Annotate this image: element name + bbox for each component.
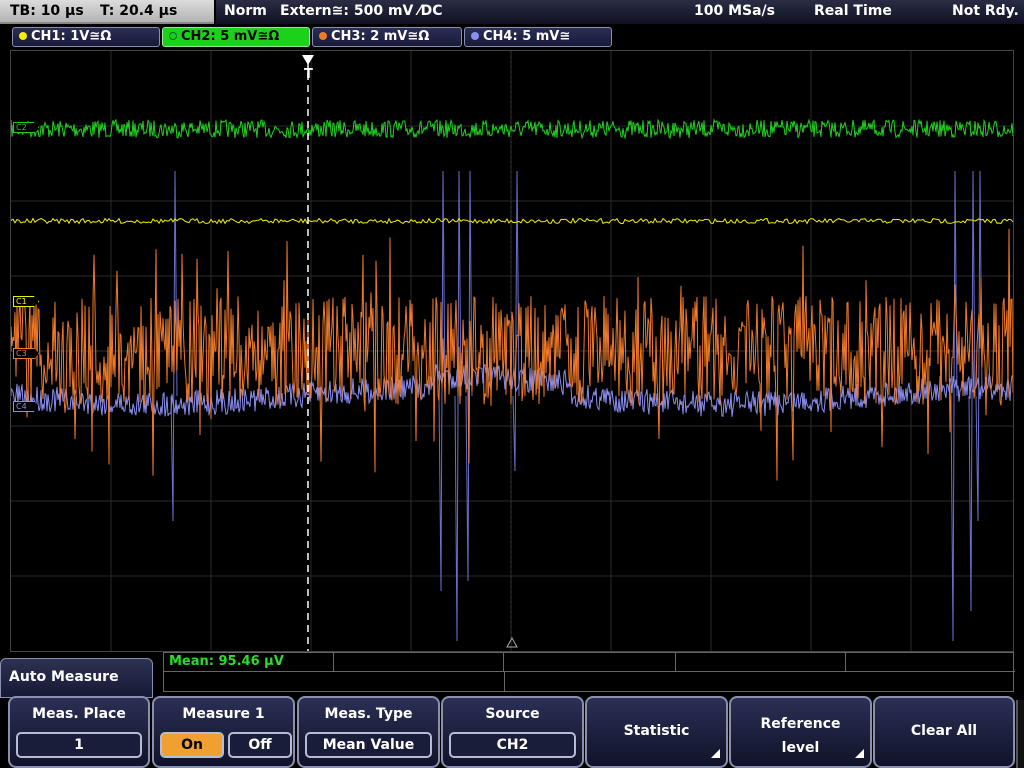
measurement-results: Mean: 95.46 µV xyxy=(163,652,1015,692)
ch4-trace xyxy=(11,363,1013,418)
timebase-box[interactable]: TB: 10 µs T: 20.4 µs xyxy=(0,0,214,24)
ch1-level-marker[interactable]: C1 xyxy=(13,296,39,307)
measurement-divider xyxy=(504,672,505,692)
ch3-color-dot-icon xyxy=(319,32,327,40)
ch4-color-dot-icon xyxy=(471,32,479,40)
tab-ch1-label: CH1: 1V≅Ω xyxy=(31,29,112,44)
reference-level-softkey[interactable]: Reference level xyxy=(729,696,872,768)
acquisition-status[interactable]: Norm Extern≅: 500 mV ⁄DC 100 MSa/s Real … xyxy=(216,0,1024,24)
source-label: Source xyxy=(485,706,540,722)
clear-all-softkey[interactable]: Clear All xyxy=(873,696,1015,768)
ready-state: Not Rdy. xyxy=(952,3,1019,19)
statistic-softkey[interactable]: Statistic xyxy=(585,696,728,768)
measurement-cell-3 xyxy=(504,653,676,672)
trigger-info: Extern≅: 500 mV ⁄DC xyxy=(280,3,443,19)
meas-type-value[interactable]: Mean Value xyxy=(305,732,432,758)
clear-all-label: Clear All xyxy=(910,723,978,739)
measure1-off-option[interactable]: Off xyxy=(228,732,292,758)
ch4-level-marker[interactable]: C4 xyxy=(13,401,39,412)
trigger-time-value: T: 20.4 µs xyxy=(100,3,178,19)
submenu-corner-icon xyxy=(855,749,864,758)
tab-ch2-label: CH2: 5 mV≅Ω xyxy=(181,29,280,44)
measurement-result: Mean: 95.46 µV xyxy=(169,654,284,669)
submenu-corner-icon xyxy=(711,749,720,758)
reference-level-label: Reference level xyxy=(731,712,870,760)
channel-tabs: CH1: 1V≅Ω CH2: 5 mV≅Ω CH3: 2 mV≅Ω CH4: 5… xyxy=(0,26,1024,50)
ch2-level-marker[interactable]: C2 xyxy=(13,122,39,133)
ch3-trace xyxy=(11,228,1013,481)
menu-scroll-edge[interactable] xyxy=(1016,700,1024,768)
acquisition-mode: Norm xyxy=(224,3,267,19)
meas-place-softkey[interactable]: Meas. Place 1 xyxy=(8,696,150,768)
measure1-on-option[interactable]: On xyxy=(160,732,224,758)
tab-ch1[interactable]: CH1: 1V≅Ω xyxy=(12,27,160,47)
timebase-value: TB: 10 µs xyxy=(10,3,84,19)
source-softkey[interactable]: Source CH2 xyxy=(441,696,584,768)
tab-ch2[interactable]: CH2: 5 mV≅Ω xyxy=(162,27,310,47)
tab-ch3-label: CH3: 2 mV≅Ω xyxy=(331,29,430,44)
ch3-level-marker[interactable]: C3 xyxy=(13,348,39,359)
statistic-label: Statistic xyxy=(623,723,690,739)
tab-ch4-label: CH4: 5 mV≅ xyxy=(483,29,571,44)
status-bar: TB: 10 µs T: 20.4 µs Norm Extern≅: 500 m… xyxy=(0,0,1024,26)
meas-type-softkey[interactable]: Meas. Type Mean Value xyxy=(297,696,440,768)
time-mode: Real Time xyxy=(814,3,892,19)
meas-place-label: Meas. Place xyxy=(32,706,126,722)
meas-place-value[interactable]: 1 xyxy=(16,732,142,758)
reference-level-line1: Reference xyxy=(760,716,841,732)
meas-type-label: Meas. Type xyxy=(324,706,413,722)
reference-level-line2: level xyxy=(781,740,820,756)
measurement-cell-2 xyxy=(334,653,504,672)
tab-ch3[interactable]: CH3: 2 mV≅Ω xyxy=(312,27,462,47)
menu-title: Auto Measure xyxy=(0,658,153,698)
trigger-marker-label: T xyxy=(304,67,313,82)
measurement-cell-4 xyxy=(676,653,846,672)
trigger-arrow-icon xyxy=(302,55,314,65)
measure1-label: Measure 1 xyxy=(182,706,265,722)
waveform-display[interactable]: T C2 C1 C3 C4 xyxy=(10,50,1014,652)
source-value[interactable]: CH2 xyxy=(449,732,576,758)
sample-rate: 100 MSa/s xyxy=(694,3,776,19)
ch2-color-dot-icon xyxy=(169,32,177,40)
measurement-cell-5 xyxy=(846,653,1015,672)
ch1-color-dot-icon xyxy=(19,32,27,40)
waveform-canvas: T xyxy=(11,51,1013,651)
ch2-trace xyxy=(11,118,1013,140)
ch1-trace xyxy=(11,217,1013,225)
graticule-grid xyxy=(11,51,1013,651)
center-marker-icon xyxy=(506,636,518,648)
measurement-cell-1[interactable]: Mean: 95.46 µV xyxy=(164,653,334,672)
tab-ch4[interactable]: CH4: 5 mV≅ xyxy=(464,27,612,47)
measure1-softkey[interactable]: Measure 1 On Off xyxy=(152,696,295,768)
